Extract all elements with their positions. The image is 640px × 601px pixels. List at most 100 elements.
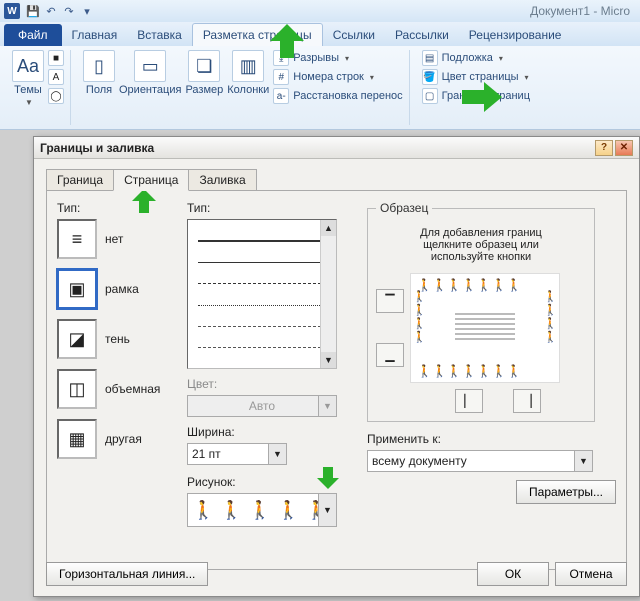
margins-label: Поля [86,84,112,96]
ribbon-group-page-setup: ▯ Поля ▭ Ориентация ❏ Размер ▥ Колонки ⤓… [77,50,410,125]
line-numbers-button[interactable]: #Номера строк▾ [273,69,402,85]
ribbon-group-themes: Aa Темы ▼ ■ A ◯ [6,50,71,125]
close-button[interactable]: ✕ [615,140,633,156]
dialog-tab-fill[interactable]: Заливка [188,169,256,191]
size-button[interactable]: ❏ Размер [185,50,223,96]
art-glyph-icon: 🚶 [220,500,242,521]
chevron-down-icon: ▼ [318,494,336,526]
tab-home[interactable]: Главная [62,24,128,46]
dialog-tab-page[interactable]: Страница [113,169,189,191]
type-custom[interactable]: ▦ другая [57,419,177,459]
scrollbar[interactable]: ▲ ▼ [320,220,336,368]
type-shadow-icon: ◪ [57,319,97,359]
preview-right-border-button[interactable]: ▕ [513,389,541,413]
preview-top-border-button[interactable]: ▔ [376,289,404,313]
width-label: Ширина: [187,425,357,439]
margins-icon: ▯ [83,50,115,82]
preview-bottom-border-button[interactable]: ▁ [376,343,404,367]
watermark-button[interactable]: ▤Подложка▾ [422,50,530,66]
redo-icon[interactable]: ↷ [62,4,76,18]
preview-page[interactable]: 🚶🚶🚶🚶🚶🚶🚶 🚶🚶🚶🚶🚶🚶🚶 🚶🚶🚶🚶 🚶🚶🚶🚶 [410,273,560,383]
ok-button[interactable]: ОК [477,562,549,586]
scroll-down-icon[interactable]: ▼ [321,352,336,368]
dialog-titlebar[interactable]: Границы и заливка ? ✕ [34,137,639,159]
undo-icon[interactable]: ↶ [44,4,58,18]
dialog-tabs: Граница Страница Заливка [46,169,627,191]
hyphenation-label: Расстановка перенос [293,90,402,102]
annotation-arrow-icon [462,82,502,112]
help-button[interactable]: ? [595,140,613,156]
columns-icon: ▥ [232,50,264,82]
save-icon[interactable]: 💾 [26,4,40,18]
type-box[interactable]: ▣ рамка [57,269,177,309]
color-label: Цвет: [187,377,357,391]
apply-to-value: всему документу [372,454,467,468]
options-button[interactable]: Параметры... [516,480,616,504]
width-combo[interactable]: 21 пт ▼ [187,443,287,465]
chevron-down-icon: ▼ [318,396,336,416]
columns-label: Колонки [227,84,269,96]
chevron-down-icon: ▼ [25,98,33,107]
type-none[interactable]: ≡нет [57,219,177,259]
hyphenation-icon: a- [273,88,289,104]
ribbon: Aa Темы ▼ ■ A ◯ ▯ Поля ▭ Ориентация ❏ Ра… [0,46,640,130]
type-custom-icon: ▦ [57,419,97,459]
type-3d-icon: ◫ [57,369,97,409]
apply-to-combo[interactable]: всему документу ▼ [367,450,593,472]
type-shadow[interactable]: ◪ тень [57,319,177,359]
preview-legend: Образец [376,201,432,215]
tab-insert[interactable]: Вставка [127,24,192,46]
type-3d-label: объемная [105,382,160,396]
art-combo[interactable]: 🚶 🚶 🚶 🚶 🚶 ▼ [187,493,337,527]
annotation-arrow-icon [132,189,156,216]
size-icon: ❏ [188,50,220,82]
type-box-label: рамка [105,282,139,296]
dialog-footer: Горизонтальная линия... ОК Отмена [46,562,627,586]
type-custom-label: другая [105,432,142,446]
color-combo[interactable]: Авто ▼ [187,395,337,417]
dialog-title: Границы и заливка [40,141,154,155]
themes-label: Темы [14,84,42,96]
word-icon: W [4,3,20,19]
theme-effects-icon[interactable]: ◯ [48,88,64,104]
margins-button[interactable]: ▯ Поля [83,50,115,96]
dialog-tab-border[interactable]: Граница [46,169,114,191]
width-value: 21 пт [192,447,221,461]
art-glyph-icon: 🚶 [249,500,271,521]
themes-button[interactable]: Aa Темы ▼ [12,50,44,107]
themes-icon: Aa [12,50,44,82]
type-shadow-label: тень [105,332,130,346]
theme-colors-icon[interactable]: ■ [48,50,64,66]
type-3d[interactable]: ◫ объемная [57,369,177,409]
page-borders-icon: ▢ [422,88,438,104]
borders-shading-dialog: Границы и заливка ? ✕ Граница Страница З… [33,136,640,597]
line-numbers-label: Номера строк [293,71,364,83]
color-value: Авто [249,399,275,413]
ribbon-tabs: Файл Главная Вставка Разметка страницы С… [0,22,640,46]
size-label: Размер [185,84,223,96]
theme-fonts-icon[interactable]: A [48,69,64,85]
art-glyph-icon: 🚶 [192,500,214,521]
qat-dropdown-icon[interactable]: ▾ [80,4,94,18]
tab-references[interactable]: Ссылки [323,24,385,46]
columns-button[interactable]: ▥ Колонки [227,50,269,96]
type-box-icon: ▣ [57,269,97,309]
scroll-up-icon[interactable]: ▲ [321,220,336,236]
orientation-icon: ▭ [134,50,166,82]
preview-fieldset: Образец Для добавления границ щелкните о… [367,201,595,422]
chevron-down-icon: ▼ [574,451,592,471]
horizontal-line-button[interactable]: Горизонтальная линия... [46,562,208,586]
app-titlebar: W 💾 ↶ ↷ ▾ Документ1 - Micro [0,0,640,22]
hyphenation-button[interactable]: a- Расстановка перенос [273,88,402,104]
tab-mailings[interactable]: Рассылки [385,24,459,46]
annotation-arrow-icon [270,24,304,58]
tab-file[interactable]: Файл [4,24,62,46]
orientation-button[interactable]: ▭ Ориентация [119,50,181,96]
tab-review[interactable]: Рецензирование [459,24,572,46]
cancel-button[interactable]: Отмена [555,562,627,586]
chevron-down-icon: ▼ [268,444,286,464]
style-label: Тип: [187,201,357,215]
document-title: Документ1 - Micro [530,4,630,18]
line-style-list[interactable]: ▲ ▼ [187,219,337,369]
preview-left-border-button[interactable]: ▏ [455,389,483,413]
